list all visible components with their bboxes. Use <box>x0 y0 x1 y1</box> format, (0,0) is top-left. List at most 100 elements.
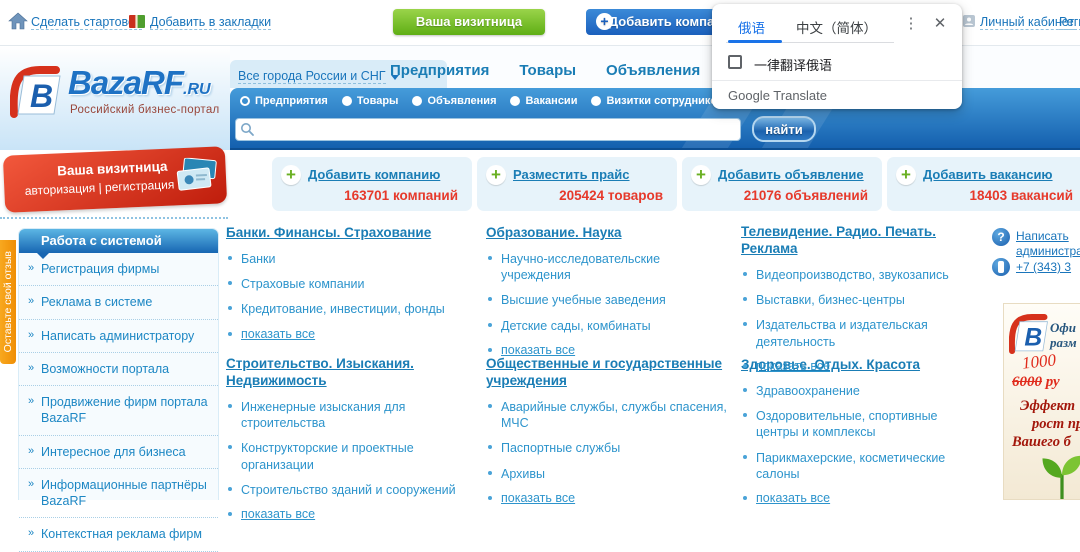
make-home-link[interactable]: Сделать стартовой <box>31 15 142 30</box>
category-link[interactable]: Строительство зданий и сооружений <box>226 482 472 498</box>
search-input[interactable] <box>235 118 741 141</box>
category-title[interactable]: Банки. Финансы. Страхование <box>226 225 431 242</box>
add-price-link[interactable]: Разместить прайс <box>513 167 630 182</box>
action-cards: Добавить компанию 163701 компаний Размес… <box>272 157 1080 211</box>
kebab-menu-icon[interactable] <box>902 14 920 36</box>
sidebar-item-portal-features[interactable]: Возможности портала <box>19 353 218 386</box>
sidebar-title: Работа с системой <box>19 229 218 253</box>
phone-icon <box>992 258 1010 276</box>
active-tab-underline <box>728 40 782 43</box>
sidebar-item-promotion[interactable]: Продвижение фирм портала BazaRF <box>19 386 218 436</box>
logo-text: BazaRF.RU <box>68 64 211 102</box>
category-title[interactable]: Телевидение. Радио. Печать. Реклама <box>741 224 974 258</box>
tab-enterprises[interactable]: Предприятия <box>390 62 489 79</box>
bazarf-logo-icon: B <box>1009 314 1049 354</box>
registration-link[interactable]: Регистрация <box>1059 15 1080 30</box>
show-all-link[interactable]: показать все <box>741 359 974 373</box>
add-company-link[interactable]: Добавить компанию <box>308 167 440 182</box>
phone-link[interactable]: +7 (343) 3 <box>1016 260 1080 274</box>
logo[interactable]: B BazaRF.RU Российский бизнес-портал <box>10 64 225 134</box>
radio-selected-icon <box>240 96 250 106</box>
close-icon[interactable] <box>930 14 950 36</box>
category-link[interactable]: Аварийные службы, службы спасения, МЧС <box>486 399 727 432</box>
green-plus-icon <box>896 165 916 185</box>
radio-icon <box>342 96 352 106</box>
show-all-link[interactable]: показать все <box>226 327 472 341</box>
promo-banner[interactable]: B Офи разм 1000 6000 ру Эффект рост пр В… <box>1003 303 1080 500</box>
translate-tab-target[interactable]: 中文（简体） <box>796 17 877 37</box>
category-link[interactable]: Оздоровительные, спортивные центры и ком… <box>741 408 974 441</box>
category-title[interactable]: Общественные и государственные учреждени… <box>486 356 727 390</box>
radio-icon <box>412 96 422 106</box>
home-icon <box>8 11 28 31</box>
green-plus-icon <box>691 165 711 185</box>
bazarf-portal-page: Сделать стартовой Добавить в закладки Ва… <box>0 0 1080 500</box>
vizitnica-banner-title: Ваша визитница <box>57 159 168 179</box>
show-all-link[interactable]: показать все <box>741 491 974 505</box>
promo-text: рост пр <box>1032 416 1080 433</box>
categories-grid: Банки. Финансы. Страхование Банки Страхо… <box>226 224 988 521</box>
category-link[interactable]: Видеопроизводство, звукозапись <box>741 267 974 283</box>
tab-goods[interactable]: Товары <box>519 62 576 79</box>
category-link[interactable]: Здравоохранение <box>741 383 974 399</box>
category-title[interactable]: Строительство. Изыскания. Недвижимость <box>226 356 472 390</box>
plus-icon: + <box>596 13 613 30</box>
bazarf-logo-icon: B <box>10 66 62 118</box>
feedback-tab-label: Оставьте свой отзыв <box>2 251 14 352</box>
cities-link[interactable]: Все города России и СНГ <box>238 69 386 84</box>
always-translate-checkbox[interactable] <box>728 55 742 69</box>
feedback-tab[interactable]: Оставьте свой отзыв <box>0 240 16 364</box>
logo-panel: B BazaRF.RU Российский бизнес-портал <box>0 46 230 150</box>
radio-vacancies[interactable]: Вакансии <box>510 95 577 107</box>
radio-business-cards[interactable]: Визитки сотрудников <box>591 95 723 107</box>
sidebar-item-business-interest[interactable]: Интересное для бизнеса <box>19 436 218 469</box>
auth-register-links[interactable]: авторизация | регистрация <box>25 177 175 198</box>
search-icon <box>240 122 255 137</box>
sprout-icon <box>1036 448 1080 500</box>
sidebar-item-advertising[interactable]: Реклама в системе <box>19 286 218 319</box>
vizitnica-banner[interactable]: Ваша визитница авторизация | регистрация <box>3 146 227 213</box>
category-link[interactable]: Высшие учебные заведения <box>486 292 727 308</box>
show-all-link[interactable]: показать все <box>486 491 727 505</box>
category-link[interactable]: Инженерные изыскания для строительства <box>226 399 472 432</box>
category-link[interactable]: Научно-исследовательские учреждения <box>486 251 727 284</box>
radio-ads[interactable]: Объявления <box>412 95 496 107</box>
category-title[interactable]: Образование. Наука <box>486 225 622 242</box>
goods-count: 205424 товаров <box>559 188 663 203</box>
dotted-separator <box>0 217 228 219</box>
category-link[interactable]: Архивы <box>486 466 727 482</box>
promo-old-price: 6000 ру <box>1012 374 1060 391</box>
write-admin-link[interactable]: Написать администратору <box>1016 229 1080 259</box>
category-link[interactable]: Кредитование, инвестиции, фонды <box>226 301 472 317</box>
sidebar-item-write-admin[interactable]: Написать администратору <box>19 320 218 353</box>
cabinet-icon <box>962 14 976 28</box>
search-button[interactable]: найти <box>752 116 816 142</box>
translate-tab-source[interactable]: 俄语 <box>738 17 765 37</box>
category-link[interactable]: Выставки, бизнес-центры <box>741 292 974 308</box>
radio-enterprises[interactable]: Предприятия <box>240 95 328 107</box>
radio-icon <box>510 96 520 106</box>
category-link[interactable]: Конструкторские и проектные организации <box>226 440 472 473</box>
vizitnica-button[interactable]: Ваша визитница <box>393 9 545 35</box>
svg-text:B: B <box>30 78 53 114</box>
sidebar-item-register-firm[interactable]: Регистрация фирмы <box>19 253 218 286</box>
radio-goods[interactable]: Товары <box>342 95 399 107</box>
vacancies-count: 18403 вакансий <box>970 188 1073 203</box>
category-link[interactable]: Банки <box>226 251 472 267</box>
category-link[interactable]: Детские сады, комбинаты <box>486 318 727 334</box>
add-vacancy-link[interactable]: Добавить вакансию <box>923 167 1053 182</box>
sidebar-item-info-partners[interactable]: Информационные партнёры BazaRF <box>19 469 218 519</box>
category-link[interactable]: Парикмахерские, косметические салоны <box>741 450 974 483</box>
add-ad-link[interactable]: Добавить объявление <box>718 167 864 182</box>
show-all-link[interactable]: показать все <box>226 507 472 521</box>
tab-ads[interactable]: Объявления <box>606 62 700 79</box>
category-link[interactable]: Страховые компании <box>226 276 472 292</box>
category-link[interactable]: Паспортные службы <box>486 440 727 456</box>
show-all-link[interactable]: показать все <box>486 343 727 357</box>
promo-text: Офи <box>1050 320 1076 336</box>
category-link[interactable]: Издательства и издательская деятельность <box>741 317 974 350</box>
always-translate-label: 一律翻译俄语 <box>754 55 832 74</box>
sidebar-item-context-ads[interactable]: Контекстная реклама фирм <box>19 518 218 551</box>
card-add-ad: Добавить объявление 21076 объявлений <box>682 157 882 211</box>
add-bookmark-link[interactable]: Добавить в закладки <box>150 15 271 30</box>
